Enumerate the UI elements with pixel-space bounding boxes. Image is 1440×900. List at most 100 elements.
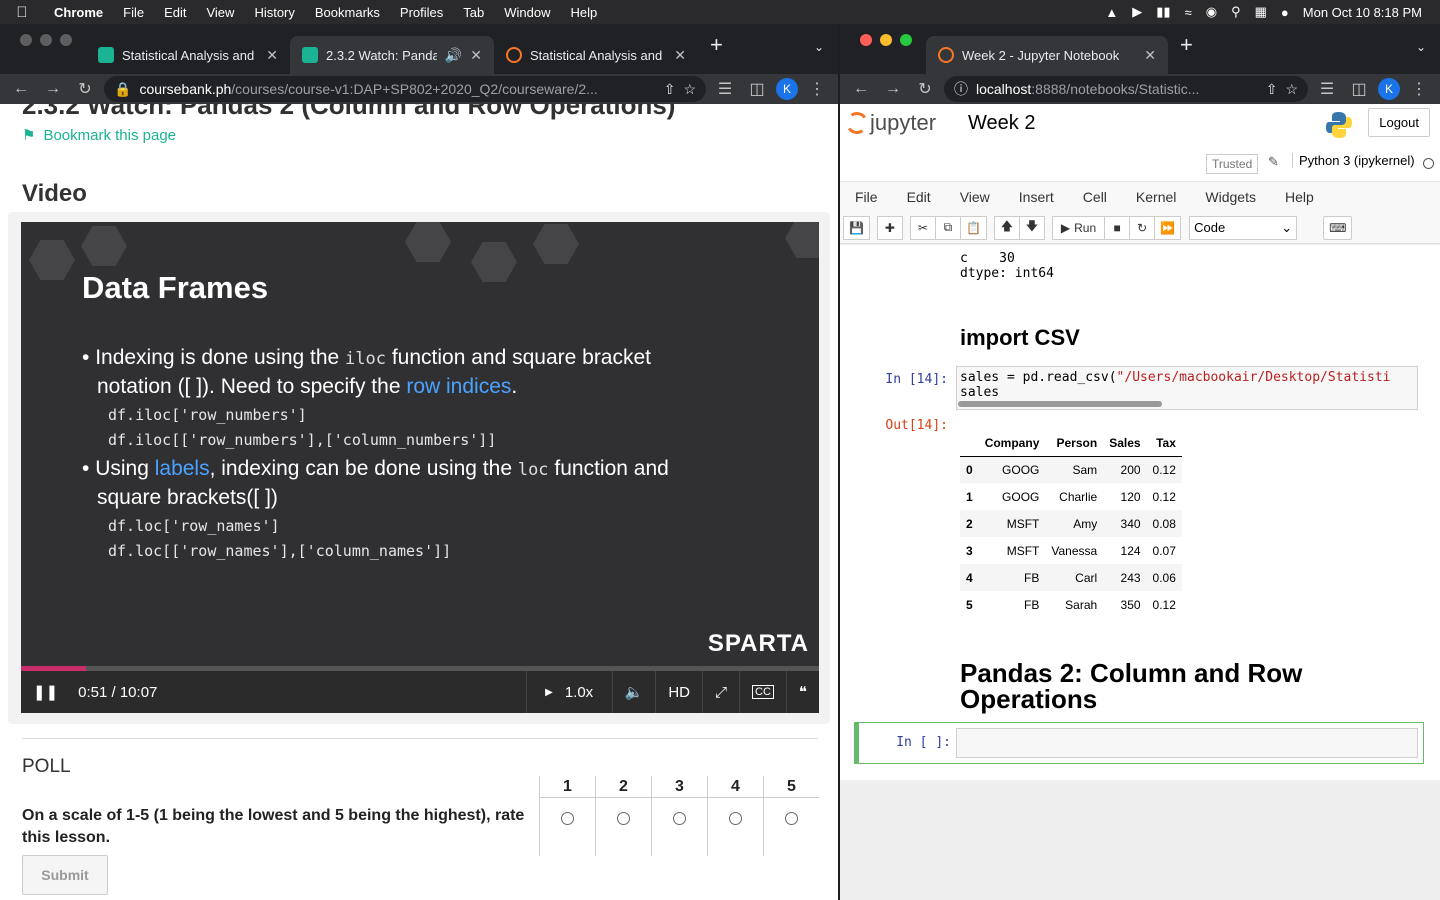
trusted-badge[interactable]: Trusted — [1206, 154, 1259, 174]
new-tab-button[interactable]: + — [1168, 32, 1205, 66]
cut-icon[interactable]: ✂ — [909, 215, 936, 240]
menu-help[interactable]: Help — [561, 5, 608, 20]
forward-icon[interactable]: → — [40, 80, 66, 98]
jp-menu-view[interactable]: View — [945, 189, 1004, 205]
paste-icon[interactable]: 📋 — [959, 215, 987, 240]
tab-search-icon[interactable]: ⌄ — [1416, 40, 1426, 54]
logout-button[interactable]: Logout — [1368, 108, 1430, 137]
video-frame[interactable]: Data Frames • Indexing is done using the… — [21, 222, 819, 666]
menu-edit[interactable]: Edit — [154, 5, 196, 20]
star-icon[interactable]: ☆ — [1285, 81, 1298, 98]
markdown-heading-pandas2[interactable]: Pandas 2: Column and Row Operations — [960, 660, 1302, 712]
bookmark-link[interactable]: ⚑ Bookmark this page — [22, 126, 176, 145]
speed-button[interactable]: ▶ 1.0x — [525, 671, 612, 713]
minimize-window-button[interactable] — [880, 34, 892, 46]
radio-button[interactable] — [729, 812, 742, 825]
tab-statistical-1[interactable]: Statistical Analysis and M ✕ — [86, 36, 290, 74]
share-icon[interactable]: ⇧ — [664, 81, 676, 98]
menu-app-name[interactable]: Chrome — [44, 5, 113, 20]
back-icon[interactable]: ← — [848, 80, 874, 98]
fast-forward-icon[interactable]: ⏩ — [1154, 215, 1182, 240]
clock[interactable]: Mon Oct 10 8:18 PM — [1303, 5, 1422, 20]
jp-menu-widgets[interactable]: Widgets — [1190, 189, 1270, 205]
jp-menu-cell[interactable]: Cell — [1068, 189, 1121, 205]
restart-icon[interactable]: ↻ — [1129, 215, 1156, 240]
zoom-window-button[interactable] — [900, 34, 912, 46]
stop-icon[interactable]: ■ — [1104, 215, 1131, 240]
address-bar[interactable]: 🔒 coursebank.ph/courses/course-v1:DAP+SP… — [104, 76, 706, 102]
tab-search-icon[interactable]: ⌄ — [814, 40, 824, 54]
siri-icon[interactable]: ● — [1281, 5, 1289, 20]
jupyter-logo[interactable]: jupyter — [844, 110, 936, 136]
hd-button[interactable]: HD — [655, 671, 702, 713]
back-icon[interactable]: ← — [8, 80, 34, 98]
tab-pandas-watch[interactable]: 2.3.2 Watch: Pandas 🔊 ✕ — [290, 36, 494, 74]
selected-empty-cell[interactable]: In [ ]: — [854, 722, 1424, 764]
tab-jupyter-week2[interactable]: Week 2 - Jupyter Notebook ✕ — [926, 36, 1168, 74]
close-tab-icon[interactable]: ✕ — [470, 47, 482, 64]
notebook-name[interactable]: Week 2 — [968, 112, 1035, 135]
radio-button[interactable] — [673, 812, 686, 825]
radio-button[interactable] — [561, 812, 574, 825]
play-icon[interactable]: ▶ — [1132, 4, 1142, 20]
cell-type-select[interactable]: Code ⌄ — [1189, 215, 1298, 240]
close-tab-icon[interactable]: ✕ — [266, 47, 278, 64]
side-panel-icon[interactable]: ◫ — [744, 79, 770, 99]
transcript-button[interactable]: ❝ — [785, 671, 819, 713]
new-tab-button[interactable]: + — [698, 32, 735, 66]
menu-history[interactable]: History — [244, 5, 304, 20]
jp-menu-file[interactable]: File — [840, 189, 892, 205]
side-panel-icon[interactable]: ◫ — [1346, 79, 1372, 99]
menu-view[interactable]: View — [196, 5, 244, 20]
menu-tab[interactable]: Tab — [453, 5, 494, 20]
minimize-window-button[interactable] — [40, 34, 52, 46]
submit-button[interactable]: Submit — [22, 855, 108, 895]
keyboard-icon[interactable]: ⌨ — [1323, 215, 1353, 240]
copy-icon[interactable]: ⧉ — [934, 215, 961, 240]
markdown-heading-import-csv[interactable]: import CSV — [960, 325, 1080, 351]
more-menu-icon[interactable]: ⋮ — [804, 79, 830, 99]
media-control-icon[interactable]: ☰ — [1314, 79, 1340, 99]
control-center-icon[interactable]: ▦ — [1255, 4, 1267, 20]
close-window-button[interactable] — [860, 34, 872, 46]
battery-icon[interactable]: ▮▮ — [1156, 4, 1170, 20]
star-icon[interactable]: ☆ — [683, 81, 696, 98]
tab-statistical-2[interactable]: Statistical Analysis and M ✕ — [494, 36, 698, 74]
notification-icon[interactable]: ▲ — [1105, 5, 1118, 20]
address-bar[interactable]: ⓘ localhost:8888/notebooks/Statistic... … — [944, 76, 1308, 102]
pencil-icon[interactable]: ✎ — [1268, 154, 1279, 170]
jp-menu-help[interactable]: Help — [1270, 189, 1328, 205]
more-menu-icon[interactable]: ⋮ — [1406, 79, 1432, 99]
save-icon[interactable]: 💾 — [843, 215, 870, 240]
pause-button[interactable]: ❚❚ — [21, 671, 70, 713]
radio-button[interactable] — [785, 812, 798, 825]
audio-playing-icon[interactable]: 🔊 — [445, 47, 462, 64]
close-tab-icon[interactable]: ✕ — [1144, 47, 1156, 64]
menu-file[interactable]: File — [113, 5, 154, 20]
captions-button[interactable]: CC — [739, 671, 786, 713]
fullscreen-button[interactable]: ⤢ — [702, 671, 739, 713]
jp-menu-edit[interactable]: Edit — [892, 189, 945, 205]
profile-avatar[interactable]: K — [1378, 78, 1400, 100]
move-down-icon[interactable]: 🡇 — [1018, 215, 1045, 240]
apple-icon[interactable]:  — [0, 4, 44, 21]
empty-code-input[interactable] — [956, 728, 1418, 758]
share-icon[interactable]: ⇧ — [1266, 81, 1278, 98]
menu-profiles[interactable]: Profiles — [390, 5, 453, 20]
run-button[interactable]: ▶ Run — [1051, 215, 1106, 240]
add-cell-icon[interactable]: ✚ — [876, 215, 903, 240]
horizontal-scrollbar[interactable] — [958, 401, 1162, 407]
media-control-icon[interactable]: ☰ — [712, 79, 738, 99]
close-tab-icon[interactable]: ✕ — [674, 47, 686, 64]
jp-menu-insert[interactable]: Insert — [1004, 189, 1068, 205]
profile-avatar[interactable]: K — [776, 78, 798, 100]
move-up-icon[interactable]: 🡅 — [993, 215, 1020, 240]
menu-bookmarks[interactable]: Bookmarks — [305, 5, 390, 20]
reload-icon[interactable]: ↻ — [912, 79, 938, 99]
jp-menu-kernel[interactable]: Kernel — [1121, 189, 1190, 205]
volume-button[interactable]: 🔈 — [611, 671, 656, 713]
reload-icon[interactable]: ↻ — [72, 79, 98, 99]
forward-icon[interactable]: → — [880, 80, 906, 98]
radio-button[interactable] — [617, 812, 630, 825]
wifi-icon[interactable]: ≈ — [1185, 5, 1192, 20]
